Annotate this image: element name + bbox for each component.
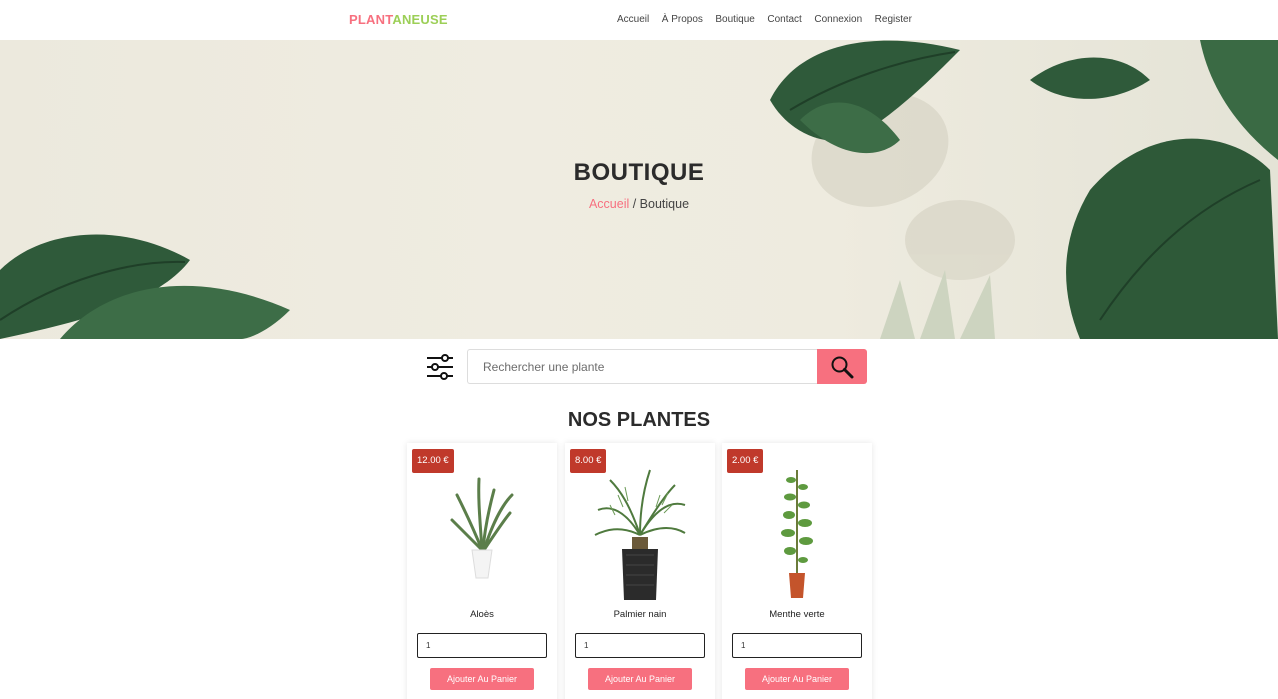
- palm-plant-image[interactable]: [590, 465, 690, 605]
- add-to-cart-button[interactable]: Ajouter Au Panier: [745, 668, 849, 690]
- leaves-background-image: [0, 40, 1278, 339]
- breadcrumb-current: Boutique: [639, 197, 690, 211]
- main-nav: Accueil À Propos Boutique Contact Connex…: [617, 14, 924, 25]
- aloe-plant-image[interactable]: [432, 465, 532, 605]
- breadcrumb-separator: /: [629, 197, 640, 211]
- nav-boutique[interactable]: Boutique: [715, 14, 754, 25]
- filter-sliders-icon[interactable]: [426, 353, 454, 381]
- quantity-input[interactable]: [417, 633, 547, 658]
- navbar: PLANTANEUSE Accueil À Propos Boutique Co…: [0, 0, 1278, 40]
- hero-banner: BOUTIQUE Accueil / Boutique: [0, 40, 1278, 339]
- nav-contact[interactable]: Contact: [767, 14, 801, 25]
- brand-part-2: ANEUSE: [392, 12, 448, 27]
- nav-register[interactable]: Register: [875, 14, 912, 25]
- add-to-cart-button[interactable]: Ajouter Au Panier: [588, 668, 692, 690]
- breadcrumb-home-link[interactable]: Accueil: [589, 197, 629, 211]
- brand-part-1: PLANT: [349, 12, 393, 27]
- search-icon: [831, 356, 854, 379]
- nav-accueil[interactable]: Accueil: [617, 14, 649, 25]
- product-card-aloes: 12.00 € Aloès Ajouter Au Panier: [407, 443, 557, 699]
- page-title: BOUTIQUE: [573, 159, 705, 186]
- mint-plant-image[interactable]: [747, 465, 847, 605]
- brand-logo[interactable]: PLANTANEUSE: [349, 12, 448, 27]
- section-title: NOS PLANTES: [567, 409, 711, 431]
- product-card-palmier-nain: 8.00 € Palmier nain Ajouter Au Panier: [565, 443, 715, 699]
- product-name: Palmier nain: [613, 609, 667, 620]
- breadcrumb: Accueil / Boutique: [0, 197, 1278, 211]
- quantity-input[interactable]: [575, 633, 705, 658]
- product-name: Menthe verte: [769, 609, 825, 620]
- add-to-cart-button[interactable]: Ajouter Au Panier: [430, 668, 534, 690]
- quantity-input[interactable]: [732, 633, 862, 658]
- search-button[interactable]: [817, 349, 867, 384]
- search-input[interactable]: [467, 349, 818, 384]
- nav-a-propos[interactable]: À Propos: [662, 14, 703, 25]
- product-name: Aloès: [470, 609, 494, 620]
- product-card-menthe-verte: 2.00 € Menthe verte Ajouter Au Panier: [722, 443, 872, 699]
- nav-connexion[interactable]: Connexion: [814, 14, 862, 25]
